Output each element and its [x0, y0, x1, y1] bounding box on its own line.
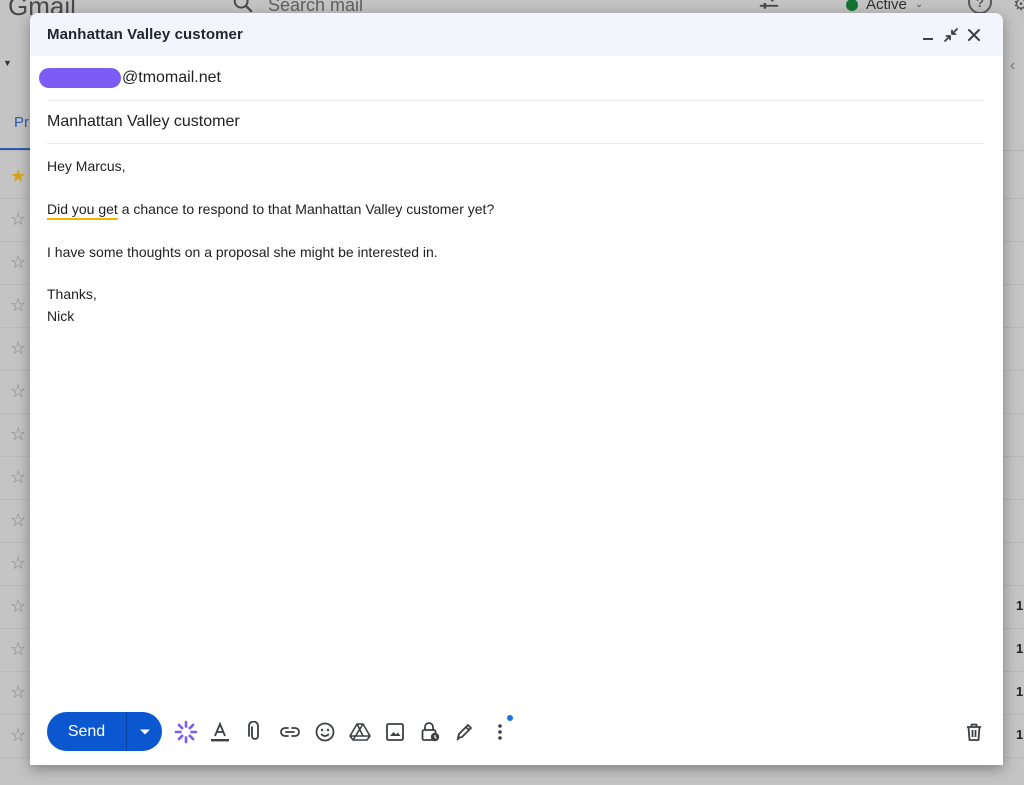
notification-dot: [507, 715, 513, 721]
compose-window: Manhattan Valley customer @tmomail.net M…: [30, 13, 1003, 765]
insert-signature-button[interactable]: [451, 719, 477, 745]
recipient-chip[interactable]: [39, 68, 121, 88]
exit-fullscreen-icon: [944, 27, 958, 42]
star-icon: ☆: [10, 553, 27, 573]
star-icon: ☆: [10, 209, 27, 229]
gear-icon: ⚙: [1013, 0, 1024, 14]
minimize-icon: [923, 37, 933, 40]
close-button[interactable]: [963, 24, 985, 46]
row-date: 1: [1016, 684, 1024, 699]
compose-title: Manhattan Valley customer: [47, 26, 243, 43]
chevron-left-icon: ‹: [1010, 57, 1016, 74]
insert-drive-button[interactable]: [347, 719, 373, 745]
subject-field[interactable]: Manhattan Valley customer: [47, 101, 984, 144]
link-icon: [280, 727, 300, 737]
gemini-button[interactable]: [173, 719, 199, 745]
drive-icon: [349, 723, 371, 741]
more-options-icon: [498, 724, 502, 740]
star-icon: ☆: [10, 725, 27, 745]
signature-pen-icon: [456, 724, 472, 741]
star-icon: ☆: [10, 682, 27, 702]
star-icon: ★: [10, 166, 27, 186]
body-signoff: Thanks,: [47, 286, 97, 303]
discard-draft-button[interactable]: [961, 719, 987, 745]
emoji-button[interactable]: [312, 719, 338, 745]
body-text: a chance to respond to that Manhattan Va…: [117, 200, 495, 217]
caret-down-icon: ▼: [3, 58, 12, 68]
star-icon: ☆: [10, 424, 27, 444]
star-icon: ☆: [10, 510, 27, 530]
help-icon: ?: [968, 0, 992, 14]
insert-photo-button[interactable]: [382, 719, 408, 745]
status-selector: Active ⌄: [846, 0, 923, 13]
formatting-button[interactable]: [207, 719, 233, 745]
send-button[interactable]: Send: [47, 723, 126, 741]
star-icon: ☆: [10, 639, 27, 659]
text-format-icon: [211, 721, 229, 742]
emoji-icon: [315, 722, 335, 742]
star-icon: ☆: [10, 252, 27, 272]
star-icon: ☆: [10, 467, 27, 487]
star-icon: ☆: [10, 338, 27, 358]
status-dot-icon: [846, 0, 858, 11]
message-body[interactable]: Hey Marcus, Did you get a chance to resp…: [47, 156, 984, 327]
gemini-sparkle-icon: [174, 720, 198, 744]
status-label: Active: [866, 0, 907, 13]
spelling-suggestion[interactable]: Did you get: [47, 201, 118, 217]
send-button-group: Send: [47, 712, 162, 751]
row-date: 1:: [1016, 727, 1024, 742]
star-icon: ☆: [10, 596, 27, 616]
minimize-button[interactable]: [917, 24, 939, 46]
body-line: I have some thoughts on a proposal she m…: [47, 243, 438, 260]
compose-header[interactable]: Manhattan Valley customer: [30, 13, 1003, 56]
confidential-mode-button[interactable]: [417, 719, 443, 745]
trash-icon: [967, 723, 981, 741]
exit-fullscreen-button[interactable]: [940, 24, 962, 46]
send-options-chevron-icon: [139, 729, 150, 734]
close-icon: [968, 28, 980, 41]
tab-primary: Pr: [14, 114, 29, 131]
row-date: 1:: [1016, 641, 1024, 656]
recipients-field[interactable]: @tmomail.net: [39, 56, 984, 101]
attach-icon: [248, 721, 259, 740]
body-line: Did you get a chance to respond to that …: [47, 199, 984, 220]
row-date: 1:: [1016, 598, 1024, 613]
compose-toolbar: Send: [47, 712, 992, 752]
photo-icon: [386, 723, 404, 741]
body-signature: Nick: [47, 307, 75, 324]
search-filter-icon: [759, 0, 779, 9]
star-icon: ☆: [10, 295, 27, 315]
send-options-button[interactable]: [127, 712, 162, 751]
more-options-button[interactable]: [487, 719, 513, 745]
recipient-domain: @tmomail.net: [122, 69, 221, 86]
star-icon: ☆: [10, 381, 27, 401]
confidential-lock-icon: [421, 722, 440, 742]
search-icon: [233, 0, 253, 13]
body-greeting: Hey Marcus,: [47, 158, 126, 174]
chevron-down-icon: ⌄: [914, 0, 924, 10]
insert-link-button[interactable]: [277, 719, 303, 745]
attach-button[interactable]: [242, 719, 268, 745]
